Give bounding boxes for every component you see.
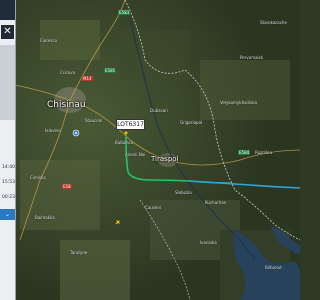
city-label-chisinau: Chisinau [47,100,86,110]
city-label-tiraspol: Tiraspol [151,155,179,163]
town-label: Ivanivka [200,240,217,245]
town-label: Tarutyne [70,250,88,255]
airport-pin-icon[interactable] [72,129,80,137]
town-label: Kuchurhan [205,200,227,205]
aircraft-photo [0,45,15,120]
flight-callsign-label[interactable]: LOT6317 [116,119,145,130]
arrival-time: 15:53 [2,180,15,185]
elapsed-time: 00:23 [2,195,15,200]
road-shield: E58 [62,184,72,189]
departure-time: 14:40 [2,165,15,170]
town-label: Ciorescu [40,38,58,43]
panel-header [0,0,15,20]
town-label: Causeni [145,205,161,210]
town-label: Dubasari [150,108,168,113]
town-label: Bilhorod [265,265,282,270]
town-label: Cricova [60,70,76,75]
town-label: Baimaklia [35,215,55,220]
town-label: Slobozia [175,190,192,195]
town-label: Starokozache [260,20,287,25]
road-shield: E581 [104,68,117,73]
town-label: Anenii Noi [125,152,146,157]
road-shield: M14 [82,76,93,81]
close-icon[interactable]: ✕ [1,25,14,39]
town-label: Velykomykhailivka [220,100,257,105]
town-label: Grigoriopol [180,120,203,125]
road-shield: E583 [118,10,131,15]
town-label: Stauceni [85,118,103,123]
town-label: Pervomaisk [240,55,264,60]
town-label: Rozdilna [255,150,272,155]
town-label: Ialoveni [45,128,61,133]
chevron-down-icon[interactable]: ⌄ [0,209,15,220]
town-label: Cimislia [30,175,46,180]
road-shield: E584 [238,150,251,155]
flight-info-panel: ✕ 14:40 15:53 00:23 ⌄ [0,0,16,300]
town-label: Bulboaca [115,140,134,145]
